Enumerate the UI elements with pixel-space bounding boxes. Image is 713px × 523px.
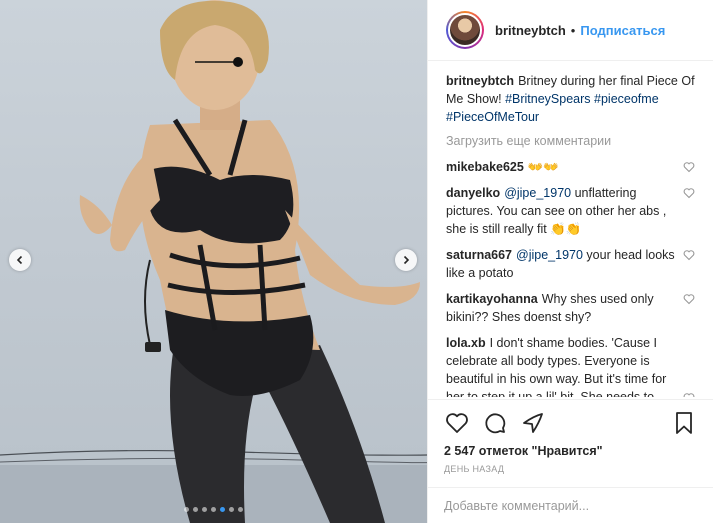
header-username[interactable]: britneybtch: [495, 23, 566, 38]
heart-icon: [446, 413, 468, 433]
likes-count[interactable]: 2 547 отметок "Нравится": [444, 444, 697, 458]
carousel-dot: [238, 507, 243, 512]
post-photo[interactable]: [0, 0, 427, 523]
caption-username[interactable]: britneybtch: [446, 74, 514, 88]
add-comment-bar: [428, 487, 713, 523]
chevron-right-icon: [403, 255, 410, 265]
like-button[interactable]: [444, 410, 470, 436]
comment-item: mikebake625 👐👐: [446, 158, 695, 176]
header-separator: •: [570, 22, 576, 38]
comment-item: danyelko @jipe_1970 unflattering pictures…: [446, 184, 695, 238]
follow-button[interactable]: Подписаться: [580, 23, 665, 38]
carousel-dot: [211, 507, 216, 512]
comment-button[interactable]: [482, 410, 508, 436]
avatar[interactable]: [446, 11, 484, 49]
post-actions: 2 547 отметок "Нравится" день назад: [428, 399, 713, 474]
comment-like-icon[interactable]: [683, 249, 695, 261]
comment-like-icon[interactable]: [683, 187, 695, 199]
post-side-panel: britneybtch • Подписаться britneybtch Bri…: [427, 0, 713, 523]
load-more-comments-button[interactable]: Загрузить еще комментарии: [446, 134, 695, 148]
prev-slide-button[interactable]: [9, 249, 31, 271]
action-icons: [444, 408, 697, 438]
comment-icon: [485, 413, 506, 434]
comment-username[interactable]: saturna667: [446, 248, 512, 262]
hashtag-link[interactable]: #pieceofme: [594, 92, 659, 106]
next-slide-button[interactable]: [395, 249, 417, 271]
caption: britneybtch Britney during her final Piec…: [446, 72, 695, 126]
photo-image: [0, 0, 427, 523]
hashtag-link[interactable]: #PieceOfMeTour: [446, 110, 539, 124]
comment-text: 👐👐: [527, 160, 559, 174]
comment-like-icon[interactable]: [683, 293, 695, 305]
comment-like-icon[interactable]: [683, 392, 695, 397]
carousel-dot: [193, 507, 198, 512]
comment-mention[interactable]: @jipe_1970: [516, 248, 583, 262]
comment-item: saturna667 @jipe_1970 your head looks lik…: [446, 246, 695, 282]
hashtag-link[interactable]: #BritneySpears: [505, 92, 590, 106]
carousel-indicator: [0, 507, 427, 512]
carousel-dot: [184, 507, 189, 512]
add-comment-input[interactable]: [444, 498, 697, 513]
comment-item: lola.xb I don't shame bodies. 'Cause I ce…: [446, 334, 695, 397]
bookmark-icon: [676, 412, 692, 434]
post-timestamp[interactable]: день назад: [444, 464, 697, 474]
share-icon: [523, 413, 543, 433]
share-button[interactable]: [520, 410, 546, 436]
carousel-dot: [229, 507, 234, 512]
comments-list[interactable]: britneybtch Britney during her final Piec…: [428, 62, 713, 397]
chevron-left-icon: [16, 255, 23, 265]
comment-mention[interactable]: @jipe_1970: [504, 186, 571, 200]
comment-username[interactable]: lola.xb: [446, 336, 486, 350]
comment-username[interactable]: danyelko: [446, 186, 500, 200]
save-button[interactable]: [671, 410, 697, 436]
comment-like-icon[interactable]: [683, 161, 695, 173]
comment-username[interactable]: mikebake625: [446, 160, 524, 174]
comment-item: kartikayohanna Why shes used only bikini?…: [446, 290, 695, 326]
carousel-dot: [202, 507, 207, 512]
comment-username[interactable]: kartikayohanna: [446, 292, 538, 306]
post-header: britneybtch • Подписаться: [428, 0, 713, 61]
carousel-dot: [220, 507, 225, 512]
